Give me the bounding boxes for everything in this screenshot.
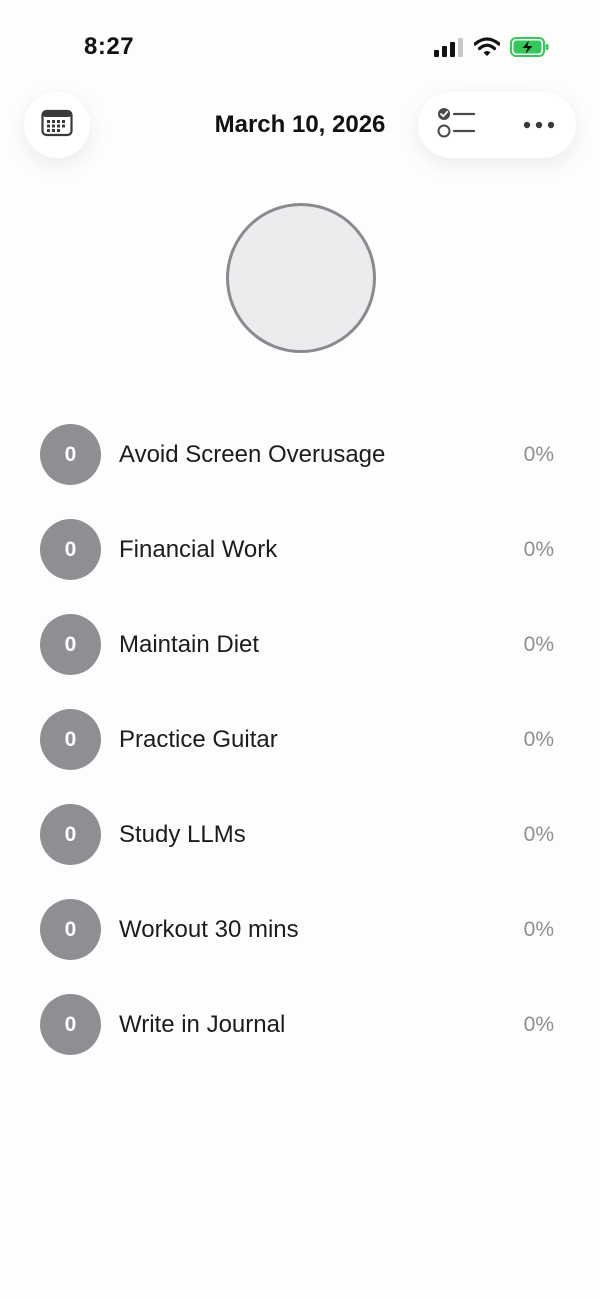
habit-percent: 0%	[523, 918, 554, 941]
habit-name: Workout 30 mins	[119, 916, 299, 943]
wifi-icon	[473, 37, 501, 62]
calendar-icon	[41, 109, 73, 142]
habit-percent: 0%	[523, 823, 554, 846]
habit-count-button[interactable]: 0	[40, 424, 101, 485]
habit-name: Financial Work	[119, 536, 278, 563]
habit-percent: 0%	[523, 633, 554, 656]
habit-count-button[interactable]: 0	[40, 709, 101, 770]
calendar-button[interactable]	[24, 92, 90, 158]
habit-count-button[interactable]: 0	[40, 519, 101, 580]
checklist-button[interactable]	[424, 92, 490, 158]
habit-name: Write in Journal	[119, 1011, 286, 1038]
habit-count-button[interactable]: 0	[40, 994, 101, 1055]
cellular-signal-icon	[434, 37, 464, 62]
daily-progress-ring[interactable]	[226, 203, 376, 353]
habit-row[interactable]: 0 Workout 30 mins 0%	[0, 899, 600, 961]
habit-percent: 0%	[523, 538, 554, 561]
status-bar: 8:27	[0, 0, 600, 90]
habit-name: Avoid Screen Overusage	[119, 441, 386, 468]
habit-row[interactable]: 0 Study LLMs 0%	[0, 804, 600, 866]
habit-row[interactable]: 0 Financial Work 0%	[0, 519, 600, 581]
habit-percent: 0%	[523, 728, 554, 751]
battery-charging-icon	[510, 36, 550, 63]
habit-name: Maintain Diet	[119, 631, 260, 658]
habit-list: 0 Avoid Screen Overusage 0% 0 Financial Work…	[0, 424, 600, 1089]
more-button[interactable]	[506, 92, 572, 158]
habit-name: Practice Guitar	[119, 726, 278, 753]
habit-row[interactable]: 0 Avoid Screen Overusage 0%	[0, 424, 600, 486]
habit-percent: 0%	[523, 1013, 554, 1036]
more-icon	[523, 116, 555, 134]
habit-count-button[interactable]: 0	[40, 804, 101, 865]
habit-count-button[interactable]: 0	[40, 899, 101, 960]
header: March 10, 2026	[0, 92, 600, 158]
habit-row[interactable]: 0 Maintain Diet 0%	[0, 614, 600, 676]
habit-row[interactable]: 0 Write in Journal 0%	[0, 994, 600, 1056]
page-title: March 10, 2026	[214, 111, 386, 138]
status-time: 8:27	[84, 33, 135, 60]
habit-percent: 0%	[523, 443, 554, 466]
status-icons	[434, 36, 550, 63]
checklist-icon	[437, 106, 477, 145]
habit-name: Study LLMs	[119, 821, 246, 848]
habit-row[interactable]: 0 Practice Guitar 0%	[0, 709, 600, 771]
habit-count-button[interactable]: 0	[40, 614, 101, 675]
header-actions	[418, 92, 576, 158]
